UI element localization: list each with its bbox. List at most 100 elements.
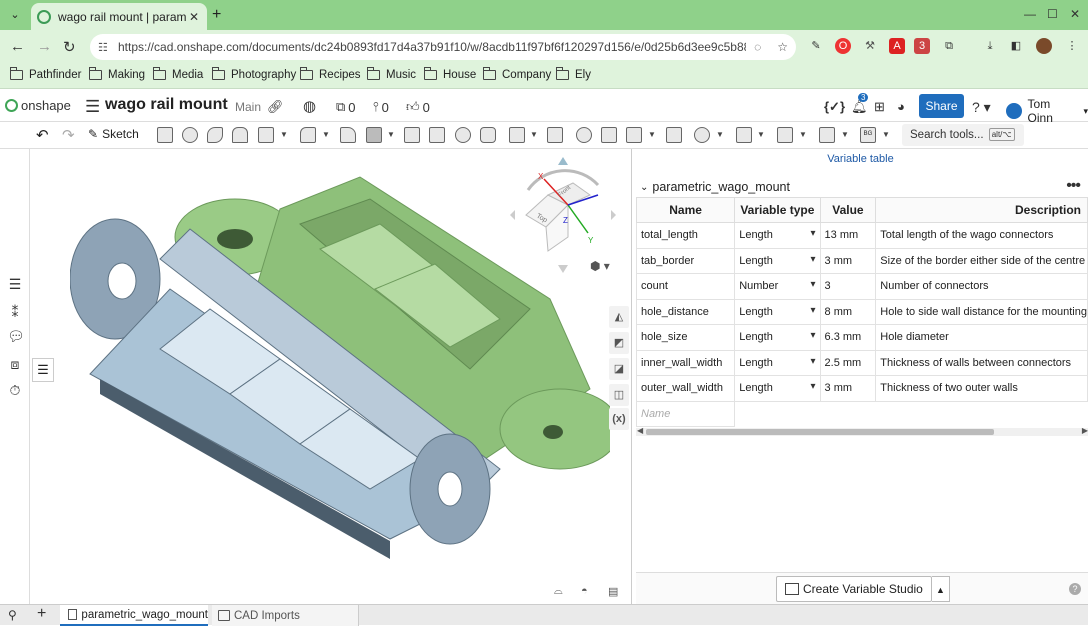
bookmark-star-icon[interactable]: ☆ [777,40,788,54]
fillet-icon[interactable] [300,127,316,143]
variable-name[interactable]: total_length [635,222,736,249]
custom-features-icon[interactable]: BG [860,127,876,143]
branches-button[interactable]: ⫯ 0 [373,99,389,115]
table-row[interactable]: countNumber3Number of connectors [635,273,1088,300]
feature-list-icon[interactable]: ☰ [7,277,23,291]
variable-type-select[interactable]: Length [734,247,821,274]
variable-value[interactable]: 3 mm [819,375,877,402]
eye-off-icon[interactable]: ◌ [754,40,761,54]
variable-name[interactable]: tab_border [635,247,736,274]
variable-name[interactable]: outer_wall_width [635,375,736,402]
3d-viewport[interactable]: ☰ X Y Z Top Front ⬢ ▾ ⌓ ◓ ▤ [30,149,631,604]
variable-value[interactable]: 3 [819,273,877,300]
variable-description[interactable]: Thickness of two outer walls [875,375,1088,402]
chevron-down-icon[interactable]: ▼ [387,130,395,139]
variable-value[interactable]: 13 mm [819,222,877,249]
horizontal-scrollbar[interactable]: ◀ ▶ [636,426,1088,436]
sketch-button[interactable]: ✎ Sketch [88,127,139,141]
add-tab-icon[interactable]: + [37,605,46,623]
revolve-icon[interactable] [182,127,198,143]
side-panel-icon[interactable]: ◧ [1008,38,1024,54]
scroll-left-icon[interactable]: ◀ [637,426,643,435]
help-icon[interactable]: ? [1069,583,1081,595]
chevron-down-icon[interactable]: ▼ [530,130,538,139]
reload-icon[interactable]: ↻ [63,38,76,56]
chevron-down-icon[interactable]: ▼ [799,130,807,139]
scroll-right-icon[interactable]: ▶ [1082,426,1088,435]
link-icon[interactable]: 🔗︎ [267,99,284,115]
loft-icon[interactable] [232,127,248,143]
variable-description[interactable]: Thickness of walls between connectors [875,349,1088,376]
measure-panel-icon[interactable]: ◫ [609,384,629,406]
badge-extension-icon[interactable]: 3 [914,38,930,54]
chamfer-icon[interactable] [340,127,356,143]
variable-name[interactable]: hole_distance [635,298,736,325]
bookmark-music[interactable]: Music [367,67,416,81]
curve-icon[interactable] [819,127,835,143]
bookmark-company[interactable]: Company [483,67,551,81]
variable-table-icon[interactable]: (x) [609,408,629,430]
variable-description[interactable]: Hole to side wall distance for the mount… [875,298,1088,325]
variable-value[interactable]: 8 mm [819,298,877,325]
chevron-down-icon[interactable]: ▼ [280,130,288,139]
variable-description[interactable]: Hole diameter [875,324,1088,351]
main-menu-icon[interactable]: ☰ [85,97,100,117]
variable-type-select[interactable]: Length [734,298,821,325]
variable-type-select[interactable]: Number [734,273,821,300]
redo-icon[interactable]: ↷ [62,126,75,144]
bookmark-photography[interactable]: Photography [212,67,296,81]
measure-icon[interactable]: ▤ [608,585,618,598]
variable-value[interactable]: 3 mm [819,247,877,274]
apps-grid-icon[interactable]: ⊞ [874,99,885,115]
bookmark-making[interactable]: Making [89,67,145,81]
bookmark-media[interactable]: Media [153,67,203,81]
help-menu-icon[interactable]: ? ▾ [972,99,991,116]
new-variable-name-input[interactable]: Name [635,400,736,427]
new-variable-row[interactable]: Name [635,400,1088,427]
chevron-down-icon[interactable]: ▼ [882,130,890,139]
hole-icon[interactable] [455,127,471,143]
variable-name[interactable]: hole_size [635,324,736,351]
chevron-down-icon[interactable]: ▼ [322,130,330,139]
table-row[interactable]: outer_wall_widthLength3 mmThickness of t… [635,375,1088,402]
variable-type-select[interactable]: Length [734,349,821,376]
chevron-down-icon[interactable]: ⌄ [640,182,648,193]
variable-type-select[interactable]: Length [734,222,821,249]
profile-avatar-icon[interactable] [1036,38,1052,54]
chevron-down-icon[interactable]: ▼ [757,130,765,139]
surface-icon[interactable] [777,127,793,143]
minimize-icon[interactable]: ― [1024,7,1036,21]
section-view-icon[interactable]: ⌓ [554,585,563,598]
pattern-icon[interactable] [601,127,617,143]
app-store-icon[interactable]: ◕ [897,99,905,114]
share-button[interactable]: Share [919,94,964,118]
rib-icon[interactable] [404,127,420,143]
variable-description[interactable]: Size of the border either side of the ce… [875,247,1088,274]
more-options-icon[interactable]: ••• [1066,177,1081,195]
mirror-icon[interactable] [626,127,642,143]
configurations-icon[interactable]: ◩ [609,332,629,354]
thicken-icon[interactable] [258,127,274,143]
variable-value[interactable]: 2.5 mm [819,349,877,376]
thread-icon[interactable] [480,127,496,143]
feature-tree-toggle-icon[interactable]: ☰ [32,358,54,382]
undo-icon[interactable]: ↶ [36,126,49,144]
table-row[interactable]: inner_wall_widthLength2.5 mmThickness of… [635,349,1088,376]
close-window-icon[interactable]: ✕ [1070,7,1080,21]
parts-icon[interactable]: ⧈ [7,357,23,371]
table-row[interactable]: total_lengthLength13 mmTotal length of t… [635,222,1088,249]
draft-icon[interactable] [366,127,382,143]
globe-icon[interactable]: ◍ [303,97,316,115]
delete-part-icon[interactable] [666,127,682,143]
bookmark-recipes[interactable]: Recipes [300,67,361,81]
maximize-icon[interactable]: ☐ [1047,7,1058,21]
transform-icon[interactable] [576,127,592,143]
variable-name[interactable]: inner_wall_width [635,349,736,376]
appearance-icon[interactable]: ◭ [609,306,629,328]
sweep-icon[interactable] [207,127,223,143]
variable-description[interactable]: Number of connectors [875,273,1088,300]
variable-value[interactable]: 6.3 mm [819,324,877,351]
chevron-down-icon[interactable]: ▼ [648,130,656,139]
url-field[interactable]: ☷ https://cad.onshape.com/documents/dc24… [90,34,796,60]
tab-search-chevron-icon[interactable]: ⌄ [6,6,24,24]
